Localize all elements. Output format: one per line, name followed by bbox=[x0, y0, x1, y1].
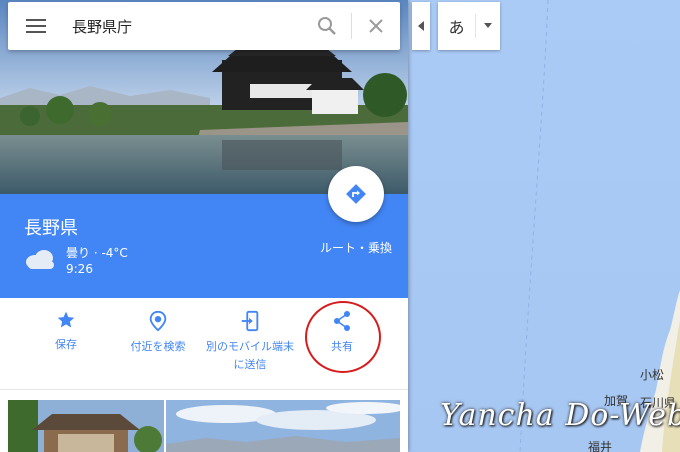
place-title: 長野県 bbox=[24, 218, 78, 239]
send-to-device-button[interactable]: 別のモバイル端末に送信 bbox=[204, 310, 296, 374]
menu-button[interactable] bbox=[8, 2, 64, 50]
temple-photo bbox=[8, 400, 164, 452]
directions-icon bbox=[346, 184, 366, 204]
search-icon bbox=[318, 17, 336, 35]
close-icon bbox=[369, 19, 383, 33]
search-nearby-button[interactable]: 付近を検索 bbox=[112, 310, 204, 356]
search-nearby-label: 付近を検索 bbox=[130, 340, 186, 353]
clear-button[interactable] bbox=[352, 2, 400, 50]
photo-thumbnail[interactable] bbox=[8, 400, 164, 452]
watermark: Yancha Do-Web bbox=[440, 398, 680, 433]
caret-left-icon bbox=[418, 21, 424, 31]
hamburger-icon bbox=[26, 19, 46, 33]
save-button[interactable]: 保存 bbox=[20, 310, 112, 354]
place-header: 長野県 曇り · -4°C 9:26 ルート・乗換 bbox=[0, 166, 408, 298]
map-label-komatsu: 小松 bbox=[640, 368, 665, 382]
chevron-down-icon bbox=[484, 23, 492, 28]
search-box[interactable]: 長野県庁 bbox=[8, 2, 400, 50]
mountain-photo bbox=[166, 400, 400, 452]
input-method-selector[interactable]: あ bbox=[438, 2, 500, 50]
photo-strip bbox=[8, 400, 400, 452]
input-method-dropdown[interactable] bbox=[476, 23, 500, 29]
save-label: 保存 bbox=[55, 338, 77, 351]
weather-info: 曇り · -4°C 9:26 bbox=[66, 245, 128, 277]
collapse-panel-button[interactable] bbox=[412, 2, 430, 50]
map-canvas[interactable]: 小松 加賀 石川県 福井 bbox=[408, 0, 680, 452]
route-button[interactable] bbox=[328, 166, 384, 222]
nearby-pin-icon bbox=[149, 310, 167, 332]
weather-condition: 曇り · -4°C bbox=[66, 246, 128, 260]
send-to-phone-icon bbox=[241, 310, 259, 332]
route-label[interactable]: ルート・乗換 bbox=[306, 239, 406, 256]
cloud-icon bbox=[26, 250, 54, 269]
sea-route-line bbox=[519, 0, 549, 452]
input-method-label[interactable]: あ bbox=[438, 14, 476, 38]
weather-time: 9:26 bbox=[66, 262, 93, 276]
search-button[interactable] bbox=[303, 2, 351, 50]
search-input[interactable]: 長野県庁 bbox=[64, 16, 303, 37]
star-icon bbox=[57, 311, 75, 328]
photo-thumbnail[interactable] bbox=[166, 400, 400, 452]
share-highlight-circle bbox=[305, 301, 381, 373]
map-label-fukui: 福井 bbox=[588, 440, 613, 452]
place-panel: 長野県庁 長野県 曇り · -4°C 9:26 ルート・乗換 保存 付近を検索 … bbox=[0, 0, 408, 452]
send-to-device-label: 別のモバイル端末に送信 bbox=[206, 340, 294, 371]
